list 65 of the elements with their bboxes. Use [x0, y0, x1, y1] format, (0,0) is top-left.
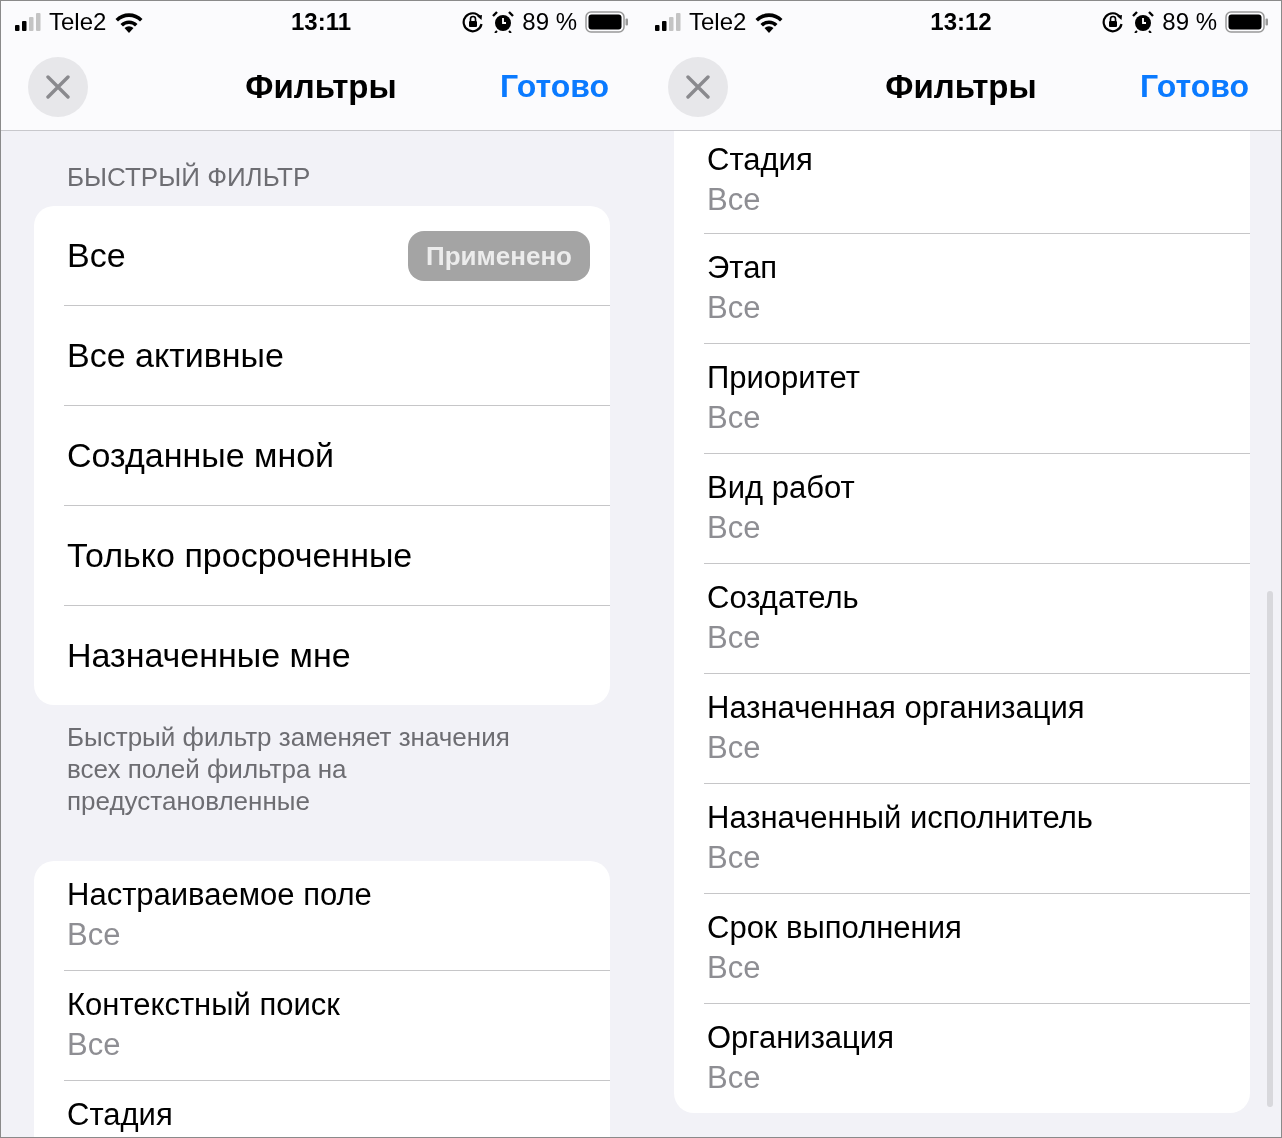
field-value: Все — [67, 1026, 122, 1064]
field-value: Все — [707, 399, 762, 437]
filter-field-row[interactable]: Назначенная организация Все — [674, 674, 1250, 783]
field-value: Все — [707, 1059, 762, 1097]
quick-filter-item[interactable]: Созданные мной — [34, 406, 610, 505]
alarm-icon — [492, 11, 515, 33]
battery-icon — [585, 11, 629, 33]
field-value: Все — [67, 916, 122, 954]
field-value: Все — [707, 839, 762, 877]
signal-icon — [655, 13, 681, 31]
filter-field-row[interactable]: Этап Все — [674, 234, 1250, 343]
filter-field-row[interactable]: Организация Все — [674, 1004, 1250, 1113]
signal-icon — [15, 13, 41, 31]
quick-filter-item[interactable]: Все активные — [34, 306, 610, 405]
wifi-icon — [754, 11, 785, 33]
field-value: Все — [707, 181, 762, 219]
field-label: Назначенная организация — [707, 689, 1086, 727]
field-label: Срок выполнения — [707, 909, 963, 947]
rotation-lock-icon — [462, 11, 485, 33]
filter-field-row[interactable]: Назначенный исполнитель Все — [674, 784, 1250, 893]
field-value: Все — [707, 949, 762, 987]
filter-field-row[interactable]: Создатель Все — [674, 564, 1250, 673]
alarm-icon — [1132, 11, 1155, 33]
status-time: 13:12 — [929, 8, 993, 36]
filter-field-row[interactable]: Срок выполнения Все — [674, 894, 1250, 1003]
quick-filter-item[interactable]: Только просроченные — [34, 506, 610, 605]
battery-icon — [1225, 11, 1269, 33]
field-label: Настраиваемое поле — [67, 876, 373, 914]
field-label: Этап — [707, 249, 779, 287]
carrier-name: Tele2 — [49, 8, 107, 36]
field-label: Приоритет — [707, 359, 861, 397]
field-label: Создатель — [707, 579, 860, 617]
field-label: Вид работ — [707, 469, 856, 507]
section-footer: Быстрый фильтр заменяет значения всех полей фильтра на предустановленные — [67, 721, 542, 817]
section-header: БЫСТРЫЙ ФИЛЬТР — [67, 162, 312, 192]
filter-field-row[interactable]: Приоритет Все — [674, 344, 1250, 453]
quick-filter-item[interactable]: Все Применено — [34, 206, 610, 305]
filter-field-row[interactable]: Настраиваемое поле Все — [34, 861, 610, 970]
battery-percent: 89 % — [522, 8, 577, 36]
filter-field-row[interactable]: Стадия Все — [674, 131, 1250, 233]
quick-filter-item[interactable]: Назначенные мне — [34, 606, 610, 705]
carrier-name: Tele2 — [689, 8, 747, 36]
done-button[interactable]: Готово — [1140, 68, 1249, 105]
close-icon — [686, 74, 710, 99]
field-value: Все — [707, 289, 762, 327]
filter-field-row[interactable]: Стадия — [34, 1081, 610, 1137]
close-icon — [46, 74, 70, 99]
field-label: Назначенный исполнитель — [707, 799, 1094, 837]
field-value: Все — [707, 619, 762, 657]
battery-percent: 89 % — [1162, 8, 1217, 36]
screen-title: Фильтры — [244, 67, 398, 106]
done-button[interactable]: Готово — [500, 68, 609, 105]
screen-title: Фильтры — [884, 67, 1038, 106]
rotation-lock-icon — [1102, 11, 1125, 33]
field-label: Стадия — [707, 141, 814, 179]
filter-field-row[interactable]: Контекстный поиск Все — [34, 971, 610, 1080]
field-label: Организация — [707, 1019, 895, 1057]
status-time: 13:11 — [289, 8, 353, 36]
field-label: Контекстный поиск — [67, 986, 341, 1024]
applied-badge: Применено — [408, 230, 590, 281]
field-label: Стадия — [67, 1096, 174, 1134]
field-value: Все — [707, 729, 762, 767]
field-value: Все — [707, 509, 762, 547]
wifi-icon — [114, 11, 145, 33]
filter-field-row[interactable]: Вид работ Все — [674, 454, 1250, 563]
